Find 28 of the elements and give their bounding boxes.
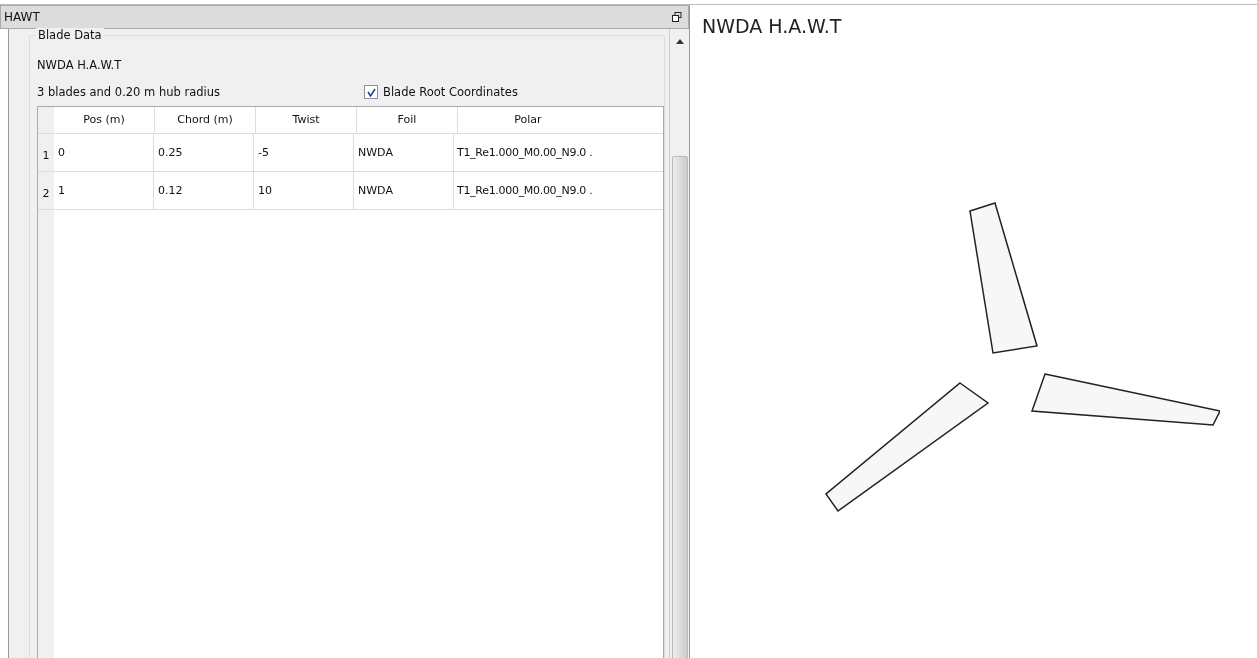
table-cell[interactable]: NWDA xyxy=(354,172,454,209)
column-header[interactable]: Pos (m) xyxy=(54,107,155,133)
group-title: Blade Data xyxy=(36,28,104,42)
blade-name: NWDA H.A.W.T xyxy=(37,58,123,72)
table-cell[interactable]: NWDA xyxy=(354,134,454,171)
root-coordinates-checkbox[interactable]: Blade Root Coordinates xyxy=(364,85,518,99)
column-header[interactable]: Polar xyxy=(458,107,598,133)
table-cell[interactable]: -5 xyxy=(254,134,354,171)
table-cell[interactable]: 1 xyxy=(54,172,154,209)
scroll-up-icon[interactable] xyxy=(675,39,684,44)
table-cell[interactable]: 0.12 xyxy=(154,172,254,209)
blade-summary: 3 blades and 0.20 m hub radius xyxy=(37,85,221,99)
row-header[interactable]: 1 xyxy=(38,134,54,171)
column-header[interactable]: Foil xyxy=(357,107,458,133)
view-title: NWDA H.A.W.T xyxy=(702,15,843,37)
float-icon[interactable] xyxy=(672,12,682,22)
table-cell[interactable]: T1_Re1.000_M0.00_N9.0 . xyxy=(454,172,594,209)
table-cell[interactable]: 0 xyxy=(54,134,154,171)
scrollbar-thumb[interactable] xyxy=(671,156,688,658)
checkbox[interactable] xyxy=(364,85,379,99)
table-cell[interactable]: 10 xyxy=(254,172,354,209)
dock-title: HAWT xyxy=(4,10,40,24)
column-header[interactable]: Chord (m) xyxy=(155,107,256,133)
table-cell[interactable]: T1_Re1.000_M0.00_N9.0 . xyxy=(454,134,594,171)
table-cell[interactable]: 0.25 xyxy=(154,134,254,171)
column-header[interactable]: Twist xyxy=(256,107,357,133)
row-header[interactable]: 2 xyxy=(38,172,54,209)
vertical-scrollbar[interactable] xyxy=(669,29,689,658)
